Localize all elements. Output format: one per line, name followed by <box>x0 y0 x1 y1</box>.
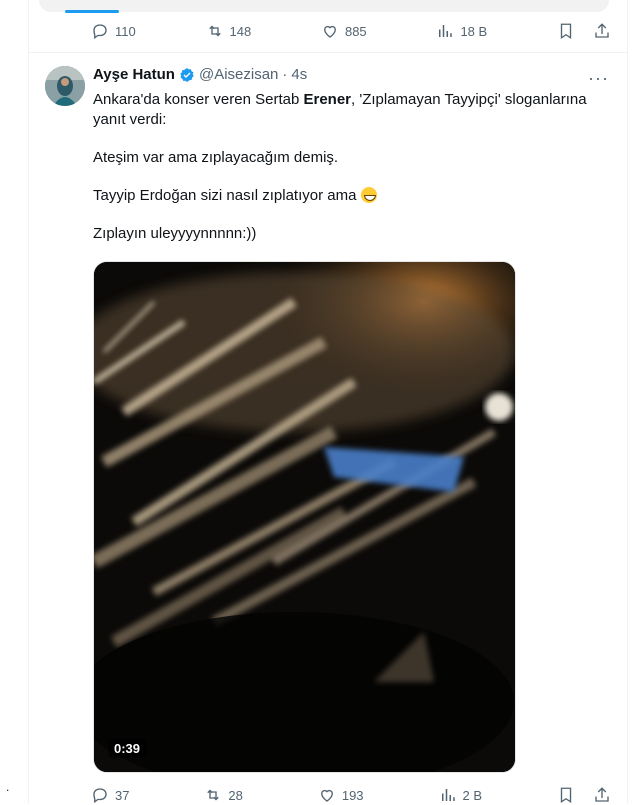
retweet-button[interactable]: 148 <box>206 22 252 40</box>
tweet-text-part: Tayyip Erdoğan sizi nasıl zıplatıyor ama <box>93 187 357 204</box>
more-options-icon[interactable]: ··· <box>588 68 609 89</box>
tweet-time[interactable]: 4s <box>291 66 307 83</box>
verified-badge-icon <box>180 67 194 82</box>
grinning-emoji-icon <box>360 187 377 203</box>
reply-icon <box>93 24 107 40</box>
stray-dot: . <box>6 780 10 794</box>
views-icon <box>441 789 455 801</box>
author-handle[interactable]: @Aisezisan <box>199 66 278 83</box>
video-player[interactable]: 0:39 <box>93 261 516 773</box>
tweet-line-4: Zıplayın uleyyyynnnnn:)) <box>93 225 257 242</box>
reply-count: 37 <box>115 787 130 803</box>
like-count: 885 <box>344 23 367 39</box>
reply-icon <box>93 788 107 804</box>
retweet-icon <box>207 789 220 801</box>
avatar-image <box>45 66 85 106</box>
share-bookmark-group <box>557 786 611 804</box>
like-button[interactable]: 193 <box>318 786 364 804</box>
retweet-count: 148 <box>229 23 252 39</box>
video-progress-bar[interactable] <box>65 10 119 13</box>
views-icon <box>439 25 453 37</box>
tweet-text: Ankara'da konser veren Sertab Erener, 'Z… <box>93 90 613 262</box>
previous-tweet-media[interactable] <box>39 0 609 12</box>
reply-button[interactable]: 110 <box>91 22 136 40</box>
share-icon[interactable] <box>593 22 611 40</box>
video-duration: 0:39 <box>108 739 147 758</box>
retweet-count: 28 <box>228 787 243 803</box>
views-button[interactable]: 2 B <box>439 786 483 804</box>
bookmark-icon[interactable] <box>557 786 575 804</box>
heart-icon <box>324 25 336 38</box>
tweet-line-1: Ankara'da konser veren Sertab Erener, 'Z… <box>93 90 613 130</box>
previous-tweet-actions: 110 148 885 18 B <box>91 21 611 41</box>
tweet-text-part: Ankara'da konser veren Sertab <box>93 91 304 108</box>
tweet-divider <box>29 52 627 53</box>
reply-button[interactable]: 37 <box>91 786 129 804</box>
share-icon[interactable] <box>593 786 611 804</box>
avatar[interactable] <box>45 66 85 106</box>
like-count: 193 <box>341 787 364 803</box>
share-bookmark-group <box>557 22 611 40</box>
heart-icon <box>320 789 333 802</box>
reply-count: 110 <box>115 23 136 39</box>
views-count: 18 B <box>460 23 488 39</box>
video-frame <box>94 262 515 772</box>
tweet-actions: 37 28 193 2 B <box>91 785 611 805</box>
like-button[interactable]: 885 <box>321 22 367 40</box>
retweet-icon <box>208 25 221 37</box>
bookmark-icon[interactable] <box>557 22 575 40</box>
views-button[interactable]: 18 B <box>436 22 487 40</box>
separator-dot: · <box>282 66 288 83</box>
tweet-text-bold[interactable]: Erener <box>303 91 351 108</box>
tweet-line-3: Tayyip Erdoğan sizi nasıl zıplatıyor ama <box>93 186 613 206</box>
author-name[interactable]: Ayşe Hatun <box>93 66 175 83</box>
retweet-button[interactable]: 28 <box>204 786 243 804</box>
tweet-header: Ayşe Hatun @Aisezisan · 4s <box>93 66 613 83</box>
timeline-column: 110 148 885 18 B Ayşe Hatun @Aisezisan ·… <box>28 0 628 804</box>
tweet-line-2: Ateşim var ama zıplayacağım demiş. <box>93 149 339 166</box>
views-count: 2 B <box>462 787 483 803</box>
